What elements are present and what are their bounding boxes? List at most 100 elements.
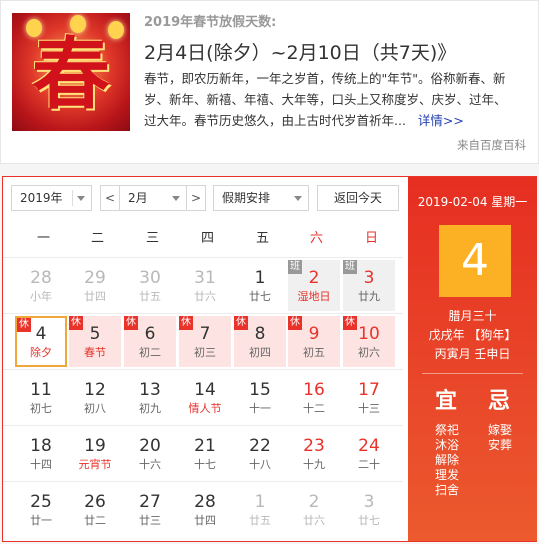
lunar-label: 情人节 [188, 402, 222, 415]
desc-line: 过大年。春节历史悠久，由上古时代岁首祈年... 详情>> [144, 113, 464, 128]
day-number: 15 [249, 380, 271, 400]
more-link[interactable]: 详情>> [418, 113, 464, 128]
day-cell[interactable]: 11 初七 [15, 372, 67, 423]
lunar-label: 廿六 [194, 290, 216, 303]
prev-month-button[interactable]: < [100, 185, 120, 211]
ji-item: 嫁娶 [488, 423, 513, 437]
lunar-date: 腊月三十 [448, 309, 497, 323]
lunar-label: 二十 [358, 458, 380, 471]
chevron-down-icon [172, 196, 180, 201]
lunar-label: 十三 [358, 402, 380, 415]
lunar-label: 湿地日 [297, 290, 331, 303]
lunar-label: 廿三 [139, 514, 161, 527]
day-cell[interactable]: 18 十四 [15, 428, 67, 479]
day-cell[interactable]: 28 小年 [15, 260, 67, 311]
day-cell[interactable]: 22 十八 [234, 428, 286, 479]
lunar-label: 十二 [303, 402, 325, 415]
day-cell[interactable]: 13 初九 [124, 372, 176, 423]
back-to-today-button[interactable]: 返回今天 [317, 185, 399, 211]
day-cell[interactable]: 31 廿六 [179, 260, 231, 311]
card-title-arrow-icon[interactable]: 》 [437, 42, 456, 64]
day-number: 26 [84, 492, 106, 512]
weekday-label: 二 [90, 231, 104, 246]
day-cell[interactable]: 23 十九 [288, 428, 340, 479]
day-detail-panel: 2019-02-04 星期一 4 腊月三十 戊戌年 【狗年】 丙寅月 壬申日 宜… [408, 177, 537, 541]
calendar-week-row: 休 4 除夕休 5 春节休 6 初二休 7 初三休 8 初四休 9 初五休 10 初六 [3, 313, 403, 368]
day-cell[interactable]: 17 十三 [343, 372, 395, 423]
day-cell[interactable]: 21 十七 [179, 428, 231, 479]
card-description: 春节，即农历新年，一年之岁首，传统上的"年节"。俗称新春、新 岁、新年、新禧、年… [144, 68, 529, 131]
card-title[interactable]: 2月4日(除夕）~2月10日（共7天)》 [144, 38, 456, 65]
weekday-label: 日 [364, 231, 378, 246]
source-label[interactable]: 来自百度百科 [457, 137, 526, 153]
yi-item: 解除 [435, 453, 460, 467]
day-number: 22 [249, 436, 271, 456]
day-number: 28 [194, 492, 216, 512]
lunar-label: 初四 [249, 346, 271, 359]
calendar-widget: 2019年 < 2月 > 假期安排 返回今天 一二三四五六日 28 小年 29 廿四 3… [2, 176, 537, 542]
lunar-label: 廿五 [249, 514, 271, 527]
lunar-label: 十九 [303, 458, 325, 471]
day-cell[interactable]: 12 初八 [69, 372, 121, 423]
lunar-label: 初五 [303, 346, 325, 359]
holiday-select[interactable]: 假期安排 [213, 185, 309, 211]
day-number: 17 [358, 380, 380, 400]
yi-list: 祭祀 沐浴 解除 理发 扫舍 [435, 423, 459, 498]
day-cell[interactable]: 3 廿七 [343, 484, 395, 535]
month-select[interactable]: 2月 [119, 185, 187, 211]
next-month-button[interactable]: > [186, 185, 206, 211]
day-cell[interactable]: 25 廿一 [15, 484, 67, 535]
holiday-select-value: 假期安排 [222, 191, 271, 205]
day-cell[interactable]: 29 廿四 [69, 260, 121, 311]
card-subtitle: 2019年春节放假天数: [144, 15, 277, 30]
spring-festival-image[interactable]: 春 [12, 13, 130, 131]
day-cell[interactable]: 28 廿四 [179, 484, 231, 535]
day-cell[interactable]: 休 4 除夕 [15, 316, 67, 367]
lunar-label: 十六 [139, 458, 161, 471]
day-cell[interactable]: 休 9 初五 [288, 316, 340, 367]
selected-date: 2019-02-04 星期一 [417, 195, 528, 209]
day-cell[interactable]: 19 元宵节 [69, 428, 121, 479]
day-cell[interactable]: 休 8 初四 [234, 316, 286, 367]
lunar-label: 初七 [30, 402, 52, 415]
day-cell[interactable]: 休 10 初六 [343, 316, 395, 367]
yi-item: 沐浴 [435, 438, 460, 452]
lunar-label: 除夕 [30, 346, 52, 359]
desc-line: 春节，即农历新年，一年之岁首，传统上的"年节"。俗称新春、新 [144, 71, 506, 86]
weekday-label: 六 [309, 231, 323, 246]
day-cell[interactable]: 26 廿二 [69, 484, 121, 535]
day-cell[interactable]: 15 十一 [234, 372, 286, 423]
lunar-label: 小年 [30, 290, 52, 303]
lunar-label: 廿七 [358, 514, 380, 527]
day-cell[interactable]: 30 廿五 [124, 260, 176, 311]
weekday-label: 四 [200, 231, 214, 246]
lunar-label: 廿九 [358, 290, 380, 303]
day-number: 23 [303, 436, 325, 456]
day-number: 3 [363, 268, 375, 288]
lunar-label: 初二 [139, 346, 161, 359]
day-number: 20 [139, 436, 161, 456]
day-cell[interactable]: 2 廿六 [288, 484, 340, 535]
day-cell[interactable]: 14 情人节 [179, 372, 231, 423]
lunar-label: 廿七 [249, 290, 271, 303]
day-cell[interactable]: 16 十二 [288, 372, 340, 423]
card-title-text[interactable]: 2月4日(除夕）~2月10日（共7天) [144, 42, 437, 64]
chun-character: 春 [31, 29, 110, 120]
ji-item: 安葬 [488, 438, 513, 452]
day-cell[interactable]: 班 2 湿地日 [288, 260, 340, 311]
day-number: 31 [194, 268, 216, 288]
lunar-label: 初九 [139, 402, 161, 415]
day-cell[interactable]: 休 6 初二 [124, 316, 176, 367]
calendar-week-row: 25 廿一 26 廿二 27 廿三 28 廿四 1 廿五 2 廿六 3 廿七 [3, 481, 403, 536]
day-cell[interactable]: 班 3 廿九 [343, 260, 395, 311]
day-cell[interactable]: 1 廿七 [234, 260, 286, 311]
year-select[interactable]: 2019年 [11, 185, 92, 211]
day-cell[interactable]: 1 廿五 [234, 484, 286, 535]
day-number: 1 [254, 268, 266, 288]
day-cell[interactable]: 休 5 春节 [69, 316, 121, 367]
day-cell[interactable]: 休 7 初三 [179, 316, 231, 367]
day-cell[interactable]: 20 十六 [124, 428, 176, 479]
yi-item: 扫舍 [435, 483, 460, 497]
day-cell[interactable]: 27 廿三 [124, 484, 176, 535]
day-cell[interactable]: 24 二十 [343, 428, 395, 479]
